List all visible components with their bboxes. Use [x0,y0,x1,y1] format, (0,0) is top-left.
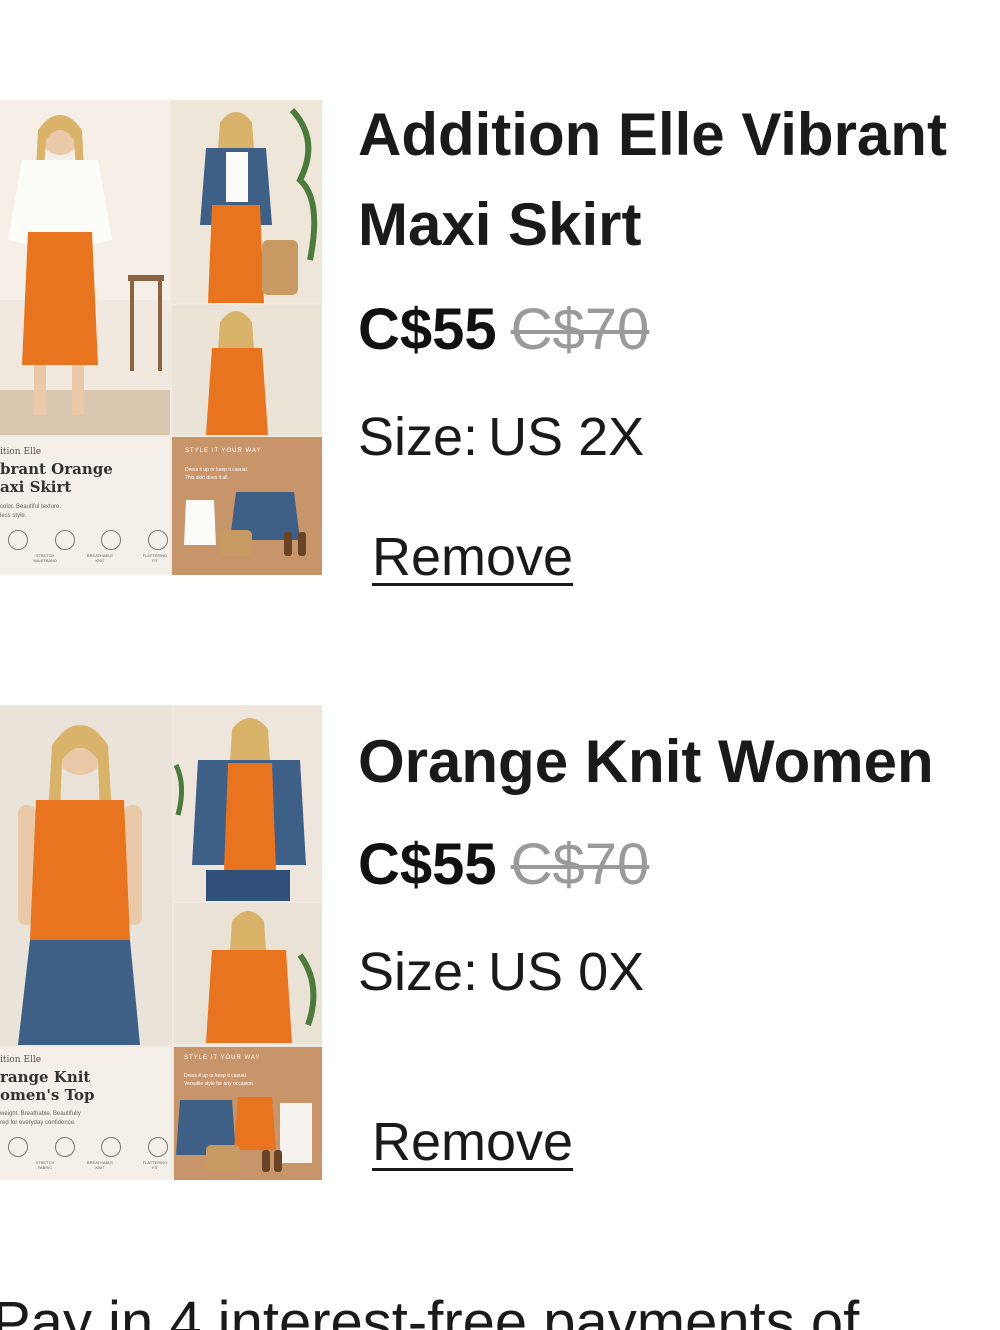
feature-icon [8,530,28,550]
sale-price: C$55 [358,297,497,362]
feature-label: BREATHABLE KNIT [86,1160,114,1170]
feature-label: BREATHABLE KNIT [86,553,114,563]
product-image[interactable]: ition Elle range Knit omen's Top weight.… [0,705,322,1180]
image-style-text-2: Versatile style for any occasion. [184,1081,255,1087]
feature-icon [147,1137,168,1157]
feature-icon [101,1137,122,1157]
feature-label: STRETCH FABRIC [35,1160,55,1170]
image-style-heading: STYLE IT YOUR WAY [184,1055,261,1061]
product-title[interactable]: Addition Elle Vibrant Maxi Skirt [358,90,947,270]
original-price: C$70 [510,832,650,897]
product-title[interactable]: Orange Knit Women [358,717,934,807]
size-value: US 2X [488,407,645,467]
product-title-line-1: Addition Elle Vibrant [358,101,947,168]
image-text-caption: weight. Breathable. Beautifully [0,1111,81,1117]
image-text-brand: ition Elle [0,447,42,457]
feature-icon [54,530,75,550]
image-feature-labels: STRETCH WAISTBAND BREATHABLE KNIT FLATTE… [30,553,170,563]
image-text-name-2: omen's Top [0,1086,95,1104]
feature-icon [8,1137,28,1157]
cart-item: ition Elle brant Orange axi Skirt color.… [0,100,1000,587]
feature-label: STRETCH WAISTBAND [33,553,57,563]
cart-item: ition Elle range Knit omen's Top weight.… [0,705,1000,1185]
product-title-line-2: Maxi Skirt [358,191,642,258]
feature-icon [147,530,168,550]
installment-payments-text[interactable]: Pay in 4 interest-free payments of [0,1288,859,1330]
product-collage [0,705,322,1180]
image-text-brand: ition Elle [0,1055,42,1065]
remove-button[interactable]: Remove [372,1110,573,1174]
feature-label: FLATTERING FIT [142,1160,168,1170]
image-style-text-1: Dress it up or keep it casual. [184,1073,248,1079]
size-row: Size: US 2X [358,402,644,472]
image-text-caption-2: red for everyday confidence. [0,1120,76,1126]
original-price: C$70 [510,297,650,362]
product-title-line-1: Orange Knit Women [358,728,934,795]
image-text-caption: color. Beautiful texture. [0,504,62,510]
image-feature-labels: STRETCH FABRIC BREATHABLE KNIT FLATTERIN… [30,1160,170,1170]
price-row: C$55 C$70 [358,830,649,900]
feature-icon [54,1137,75,1157]
size-label: Size: [358,407,479,467]
remove-button[interactable]: Remove [372,525,573,589]
size-value: US 0X [488,942,645,1002]
image-text-name-2: axi Skirt [0,478,72,496]
size-label: Size: [358,942,479,1002]
image-style-heading: STYLE IT YOUR WAY [185,448,262,454]
image-text-name-1: brant Orange [0,460,113,478]
sale-price: C$55 [358,832,497,897]
image-feature-icons [8,530,168,550]
feature-label: FLATTERING FIT [142,553,168,563]
size-row: Size: US 0X [358,937,644,1007]
image-text-name-1: range Knit [0,1068,91,1086]
image-style-text-2: This skirt does it all. [185,475,229,481]
image-text-caption-2: less style. [0,513,27,519]
image-feature-icons [8,1137,168,1157]
price-row: C$55 C$70 [358,295,649,365]
product-image[interactable]: ition Elle brant Orange axi Skirt color.… [0,100,322,575]
feature-icon [101,530,122,550]
cart-page: ition Elle brant Orange axi Skirt color.… [0,0,1000,1330]
image-style-text-1: Dress it up or keep it casual. [185,467,249,473]
